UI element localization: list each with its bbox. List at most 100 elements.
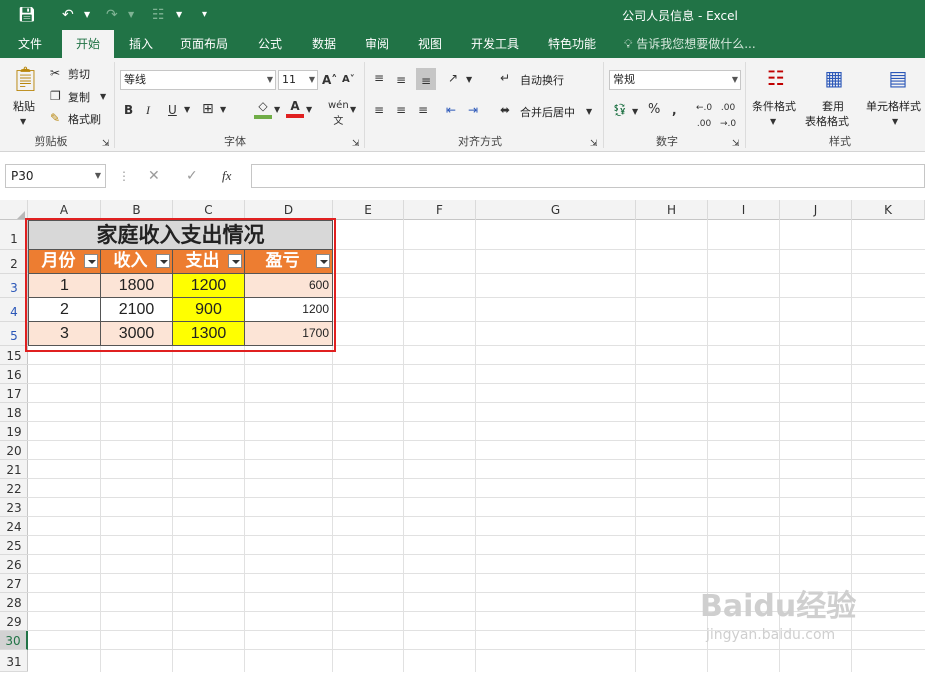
row-header[interactable]: 18 (0, 403, 28, 422)
merge-center-icon[interactable]: ⬌ (500, 102, 510, 118)
number-launcher-icon[interactable]: ⇲ (732, 136, 740, 152)
bold-icon[interactable]: B (124, 102, 133, 118)
font-color-dropdown-icon[interactable]: ▼ (306, 102, 312, 118)
row-header[interactable]: 24 (0, 517, 28, 536)
cut-icon[interactable]: ✂ (50, 65, 60, 81)
select-all-corner[interactable] (0, 200, 28, 220)
undo-icon[interactable]: ↶ (62, 6, 74, 24)
orientation-dropdown-icon[interactable]: ▼ (466, 72, 472, 88)
row-header[interactable]: 28 (0, 593, 28, 612)
formula-input[interactable] (251, 164, 925, 188)
font-size-combo[interactable]: 11 ▼ (278, 70, 318, 90)
row-header[interactable]: 4 (0, 298, 28, 322)
insert-function-icon[interactable]: fx (222, 168, 231, 184)
cell-styles-icon[interactable]: ▤ (884, 64, 912, 92)
row-header[interactable]: 22 (0, 479, 28, 498)
row-header[interactable]: 26 (0, 555, 28, 574)
tab-data[interactable]: 数据 (300, 30, 348, 58)
decrease-decimal-icon[interactable]: .00 →.0 (720, 100, 736, 132)
tab-developer[interactable]: 开发工具 (462, 30, 528, 58)
copy-icon[interactable]: ❐ (50, 88, 61, 104)
align-center-icon[interactable]: ≡ (396, 102, 406, 118)
underline-icon[interactable]: U (168, 102, 177, 118)
number-format-combo[interactable]: 常规 ▼ (609, 70, 741, 90)
touch-mode-icon[interactable]: ☷ (152, 6, 165, 24)
phonetic-dropdown-icon[interactable]: ▼ (350, 102, 356, 118)
paste-button[interactable]: 粘贴 (13, 98, 35, 114)
copy-dropdown-icon[interactable]: ▼ (100, 89, 106, 105)
wrap-text-button[interactable]: 自动换行 (520, 72, 564, 88)
format-as-table-line1[interactable]: 套用 (822, 98, 844, 114)
tell-me-box[interactable]: 💡︎ 告诉我您想要做什么... (624, 30, 756, 58)
merge-dropdown-icon[interactable]: ▼ (586, 104, 592, 120)
borders-icon[interactable]: ⊞ (202, 101, 214, 117)
redo-dropdown-icon[interactable]: ▼ (128, 6, 134, 24)
row-header[interactable]: 3 (0, 274, 28, 298)
underline-dropdown-icon[interactable]: ▼ (184, 102, 190, 118)
font-launcher-icon[interactable]: ⇲ (352, 136, 360, 152)
column-header[interactable]: I (708, 200, 780, 220)
redo-icon[interactable]: ↷ (106, 6, 118, 24)
accounting-dropdown-icon[interactable]: ▼ (632, 104, 638, 120)
column-header[interactable]: E (333, 200, 404, 220)
copy-button[interactable]: 复制 (68, 89, 90, 105)
row-header[interactable]: 31 (0, 650, 28, 672)
conditional-format-icon[interactable]: ☷ (762, 64, 790, 92)
row-header[interactable]: 2 (0, 250, 28, 274)
align-top-icon[interactable]: ≡ (374, 70, 384, 86)
borders-dropdown-icon[interactable]: ▼ (220, 102, 226, 118)
align-right-icon[interactable]: ≡ (418, 102, 428, 118)
tab-insert[interactable]: 插入 (118, 30, 164, 58)
column-header[interactable]: G (476, 200, 636, 220)
tab-file[interactable]: 文件 (6, 30, 54, 58)
row-header[interactable]: 21 (0, 460, 28, 479)
tab-special-features[interactable]: 特色功能 (538, 30, 606, 58)
align-middle-icon[interactable]: ≡ (396, 72, 406, 88)
conditional-format-button[interactable]: 条件格式 (752, 98, 796, 114)
align-bottom-icon[interactable]: ≡ (416, 68, 436, 90)
undo-dropdown-icon[interactable]: ▼ (84, 6, 90, 24)
tab-review[interactable]: 审阅 (354, 30, 400, 58)
increase-decimal-icon[interactable]: ←.0.00 (696, 100, 712, 132)
paste-icon[interactable]: 📋︎ (10, 64, 40, 94)
column-header[interactable]: C (173, 200, 245, 220)
tab-page-layout[interactable]: 页面布局 (172, 30, 236, 58)
column-header[interactable]: A (28, 200, 101, 220)
paste-dropdown-icon[interactable]: ▼ (20, 114, 26, 130)
touch-dropdown-icon[interactable]: ▼ (176, 6, 182, 24)
column-header[interactable]: K (852, 200, 925, 220)
customize-qat-icon[interactable]: ▾ (202, 6, 207, 24)
column-header[interactable]: B (101, 200, 173, 220)
font-color-icon[interactable]: A (286, 98, 304, 118)
format-as-table-line2[interactable]: 表格格式 (805, 113, 849, 129)
shrink-font-icon[interactable]: A˅ (342, 72, 355, 88)
row-header-active[interactable]: 30 (0, 631, 28, 650)
format-painter-icon[interactable]: ✎ (50, 110, 60, 126)
cancel-icon[interactable]: ✕ (148, 168, 160, 184)
save-icon[interactable]: 💾︎ (18, 6, 36, 24)
cut-button[interactable]: 剪切 (68, 66, 90, 82)
column-header[interactable]: J (780, 200, 852, 220)
phonetic-icon[interactable]: wén 文 (328, 98, 349, 130)
row-header[interactable]: 27 (0, 574, 28, 593)
format-as-table-icon[interactable]: ▦ (820, 64, 848, 92)
clipboard-launcher-icon[interactable]: ⇲ (102, 136, 110, 152)
row-header[interactable]: 20 (0, 441, 28, 460)
column-header[interactable]: D (245, 200, 333, 220)
format-painter-button[interactable]: 格式刷 (68, 111, 101, 127)
conditional-dropdown-icon[interactable]: ▼ (770, 114, 776, 130)
column-header[interactable]: H (636, 200, 708, 220)
column-header[interactable]: F (404, 200, 476, 220)
decrease-indent-icon[interactable]: ⇤ (446, 102, 456, 118)
fill-dropdown-icon[interactable]: ▼ (274, 102, 280, 118)
row-header[interactable]: 15 (0, 346, 28, 365)
tab-formulas[interactable]: 公式 (244, 30, 296, 58)
accounting-format-icon[interactable]: 💱︎ (612, 102, 627, 118)
fill-color-icon[interactable]: ◇ (254, 98, 272, 119)
row-header[interactable]: 29 (0, 612, 28, 631)
alignment-launcher-icon[interactable]: ⇲ (590, 136, 598, 152)
cell-styles-dropdown-icon[interactable]: ▼ (892, 114, 898, 130)
font-name-combo[interactable]: 等线 ▼ (120, 70, 276, 90)
tab-home[interactable]: 开始 (62, 30, 114, 58)
enter-icon[interactable]: ✓ (186, 168, 198, 184)
